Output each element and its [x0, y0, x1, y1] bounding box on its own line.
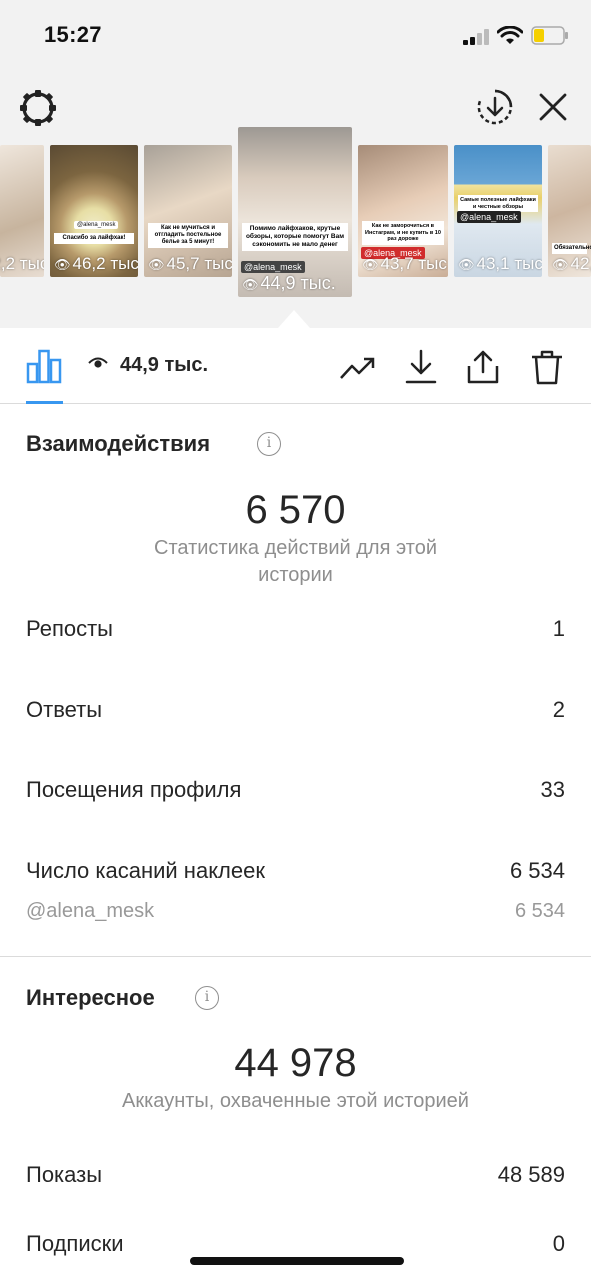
interactions-subtitle: Статистика действий для этой истории — [154, 537, 437, 586]
thumb-tag: @alena_mesk — [74, 221, 119, 229]
story-thumb[interactable]: Обязательно 👁42, — [548, 145, 591, 277]
story-thumb-selected[interactable]: Помимо лайфхаков, крутые обзоры, которые… — [238, 127, 352, 297]
stat-label: Ответы — [26, 697, 103, 722]
thumb-card-text: Обязательно — [552, 243, 591, 254]
eye-icon: 👁 — [54, 257, 71, 272]
stat-value: 48 589 — [497, 1162, 565, 1187]
stat-value: 6 534 — [509, 858, 565, 883]
thumb-views: 👁 46,2 тыс — [54, 254, 138, 273]
selection-caret — [278, 310, 310, 328]
stat-label: Число касаний наклеек — [26, 858, 265, 883]
thumb-tag: @alena_mesk — [457, 211, 521, 223]
views-count: 44,9 тыс. — [120, 354, 209, 376]
thumb-card-text: Как не заморочиться в Инстаграм, и не ку… — [362, 221, 444, 245]
thumb-views: 42,2 тыс — [0, 254, 44, 273]
eye-icon — [88, 357, 108, 368]
active-tab-indicator — [26, 401, 63, 404]
thumb-views: 👁 45,7 тыс — [148, 254, 232, 273]
sticker-value: 6 534 — [514, 900, 565, 922]
story-thumbnails: 42,2 тыс Спасибо за лайфхак! @alena_mesk… — [0, 127, 591, 297]
cellular-signal-icon — [463, 29, 489, 45]
discovery-title: Интересное — [26, 985, 155, 1010]
status-bar: 15:27 — [0, 0, 591, 72]
download-circle-icon[interactable] — [476, 88, 514, 126]
thumb-views: 👁 44,9 тыс. — [242, 273, 336, 293]
story-thumb[interactable]: Как не мучиться и отгладить постельное б… — [144, 145, 232, 277]
share-icon[interactable] — [464, 348, 502, 386]
insights-chart-icon[interactable] — [26, 348, 62, 384]
stat-value: 33 — [540, 777, 565, 802]
story-thumb[interactable]: Самые полезные лайфхаки и честные обзоры… — [454, 145, 542, 277]
eye-icon: 👁 — [552, 257, 569, 272]
interactions-total: 6 570 — [245, 488, 346, 532]
thumb-views: 👁42, — [552, 254, 591, 273]
wifi-icon — [497, 26, 523, 44]
discovery-subtitle: Аккаунты, охваченные этой историей — [122, 1090, 469, 1112]
sticker-label: @alena_mesk — [26, 900, 155, 922]
stat-value: 0 — [552, 1231, 565, 1256]
section-divider — [0, 956, 591, 957]
stat-value: 1 — [552, 616, 565, 641]
stat-value: 2 — [552, 697, 565, 722]
stat-label: Показы — [26, 1162, 103, 1187]
discovery-total: 44 978 — [234, 1041, 357, 1085]
eye-icon: 👁 — [362, 257, 379, 272]
eye-icon: 👁 — [148, 257, 165, 272]
settings-icon[interactable] — [18, 88, 58, 128]
story-thumb[interactable]: Как не заморочиться в Инстаграм, и не ку… — [358, 145, 448, 277]
eye-icon: 👁 — [458, 257, 475, 272]
eye-icon: 👁 — [242, 277, 259, 292]
close-icon[interactable] — [536, 90, 570, 124]
status-time: 15:27 — [44, 22, 102, 47]
info-icon[interactable]: i — [257, 432, 281, 456]
thumb-tag: @alena_mesk — [241, 261, 305, 273]
thumb-views: 👁 43,1 тыс — [458, 254, 542, 273]
interactions-title: Взаимодействия — [26, 431, 211, 456]
stat-label: Репосты — [26, 616, 113, 641]
trending-icon[interactable] — [338, 348, 376, 386]
thumb-card-text: Как не мучиться и отгладить постельное б… — [148, 223, 228, 248]
info-icon[interactable]: i — [195, 986, 219, 1010]
story-toolbar: 44,9 тыс. — [0, 328, 591, 404]
thumb-card-text: Помимо лайфхаков, крутые обзоры, которые… — [242, 223, 348, 251]
thumb-views: 👁 43,7 тыс — [362, 254, 447, 273]
trash-icon[interactable] — [528, 348, 566, 386]
story-thumb[interactable]: 42,2 тыс — [0, 145, 44, 277]
stat-label: Посещения профиля — [26, 777, 242, 802]
story-thumb[interactable]: Спасибо за лайфхак! @alena_mesk 👁 46,2 ты… — [50, 145, 138, 277]
stat-label: Подписки — [26, 1231, 124, 1256]
home-indicator[interactable] — [190, 1257, 404, 1265]
thumb-card-text: Самые полезные лайфхаки и честные обзоры — [458, 195, 538, 212]
battery-icon — [531, 26, 568, 45]
download-icon[interactable] — [402, 348, 440, 386]
thumb-card-text: Спасибо за лайфхак! — [54, 233, 134, 244]
